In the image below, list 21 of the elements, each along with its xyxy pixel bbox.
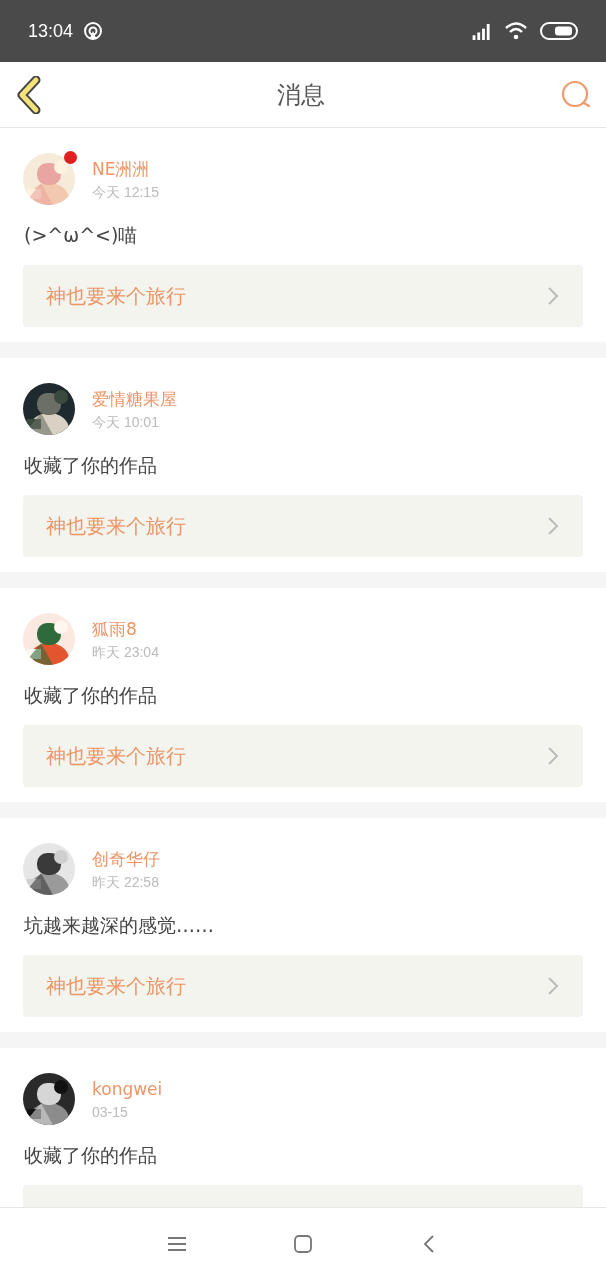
message-time: 昨天 23:04 — [92, 643, 159, 662]
user-name[interactable]: NE洲洲 — [92, 156, 159, 182]
work-link[interactable]: 神也要来个旅行 — [23, 955, 583, 1017]
status-time: 13:04 — [28, 20, 74, 42]
message-text: 收藏了你的作品 — [24, 683, 158, 708]
user-name[interactable]: 爱情糖果屋 — [92, 386, 177, 412]
user-name[interactable]: 狐雨8 — [92, 616, 159, 642]
page-title: 消息 — [277, 79, 325, 111]
work-link[interactable]: 神也要来个旅行 — [23, 725, 583, 787]
message-text: 收藏了你的作品 — [24, 453, 158, 478]
message-time: 昨天 22:58 — [92, 873, 160, 892]
message-text: (>^ω^<)喵 — [24, 223, 139, 248]
user-name[interactable]: 创奇华仔 — [92, 846, 160, 872]
message-time: 今天 12:15 — [92, 183, 159, 202]
work-link[interactable]: 神也要来个旅行 — [23, 495, 583, 557]
work-link[interactable]: 神也要来个旅行 — [23, 265, 583, 327]
message-time: 03-15 — [92, 1103, 129, 1122]
message-time: 今天 10:01 — [92, 413, 160, 432]
message-text: 坑越来越深的感觉…… — [24, 913, 215, 938]
user-name[interactable]: kongwei — [92, 1076, 163, 1102]
message-text: 收藏了你的作品 — [24, 1143, 158, 1168]
